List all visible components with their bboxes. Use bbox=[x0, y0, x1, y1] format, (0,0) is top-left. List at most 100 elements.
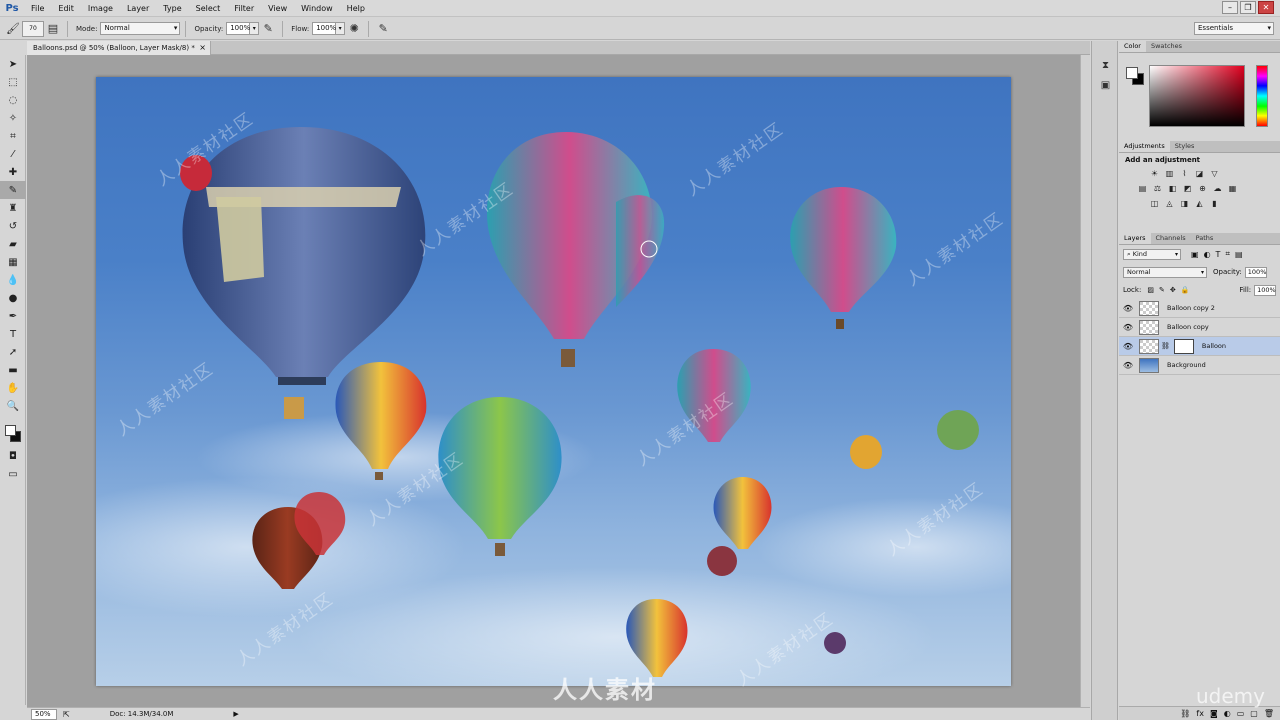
menu-window[interactable]: Window bbox=[294, 4, 340, 13]
restore-icon[interactable]: ❐ bbox=[1240, 1, 1256, 14]
tab-color[interactable]: Color bbox=[1119, 41, 1146, 52]
levels-icon[interactable]: ▥ bbox=[1164, 169, 1175, 179]
layer-row-selected[interactable]: 👁 ⛓ Balloon bbox=[1119, 337, 1280, 356]
curves-icon[interactable]: ⌇ bbox=[1179, 169, 1190, 179]
type-tool-icon[interactable]: T bbox=[0, 325, 26, 343]
selective-color-icon[interactable]: ◭ bbox=[1194, 199, 1205, 209]
dodge-tool-icon[interactable]: ● bbox=[0, 289, 26, 307]
history-brush-tool-icon[interactable]: ↺ bbox=[0, 217, 26, 235]
tab-paths[interactable]: Paths bbox=[1191, 233, 1219, 244]
lock-position-icon[interactable]: ✥ bbox=[1170, 286, 1176, 294]
filter-pixel-icon[interactable]: ▣ bbox=[1191, 250, 1199, 259]
marquee-tool-icon[interactable]: ⬚ bbox=[0, 73, 26, 91]
new-layer-icon[interactable]: ▢ bbox=[1250, 709, 1258, 718]
tab-channels[interactable]: Channels bbox=[1151, 233, 1191, 244]
brush-preset-picker[interactable]: 70 bbox=[22, 20, 44, 37]
menu-filter[interactable]: Filter bbox=[227, 4, 261, 13]
menu-help[interactable]: Help bbox=[340, 4, 372, 13]
photo-filter-icon[interactable]: ◩ bbox=[1182, 184, 1193, 194]
pen-tool-icon[interactable]: ✒ bbox=[0, 307, 26, 325]
flow-input[interactable]: 100% bbox=[312, 22, 336, 35]
color-lookup-icon[interactable]: ☁ bbox=[1212, 184, 1223, 194]
add-mask-icon[interactable]: ◙ bbox=[1210, 709, 1218, 718]
filter-shape-icon[interactable]: ⌗ bbox=[1225, 249, 1230, 259]
filter-smart-object-icon[interactable]: ▤ bbox=[1235, 250, 1243, 259]
menu-image[interactable]: Image bbox=[81, 4, 120, 13]
layer-style-icon[interactable]: fx bbox=[1196, 709, 1204, 718]
gradient-tool-icon[interactable]: ▦ bbox=[0, 253, 26, 271]
color-spectrum-field[interactable] bbox=[1149, 65, 1245, 127]
layer-row[interactable]: 👁 Balloon copy bbox=[1119, 318, 1280, 337]
healing-brush-tool-icon[interactable]: ✚ bbox=[0, 163, 26, 181]
hand-tool-icon[interactable]: ✋ bbox=[0, 379, 26, 397]
status-menu-arrow-icon[interactable]: ▶ bbox=[233, 710, 238, 718]
layer-opacity-input[interactable]: 100% bbox=[1244, 266, 1267, 278]
opacity-input[interactable]: 100% bbox=[226, 22, 250, 35]
layer-kind-filter[interactable]: ⌕ Kind bbox=[1123, 248, 1181, 260]
pressure-size-icon[interactable]: ✎ bbox=[374, 21, 392, 37]
gradient-map-icon[interactable]: ▮ bbox=[1209, 199, 1220, 209]
link-layers-icon[interactable]: ⛓ bbox=[1180, 709, 1190, 718]
close-document-icon[interactable]: × bbox=[199, 41, 206, 55]
layer-fill-input[interactable]: 100% bbox=[1254, 284, 1277, 296]
tab-layers[interactable]: Layers bbox=[1119, 233, 1151, 244]
workspace-select[interactable]: Essentials bbox=[1194, 22, 1274, 35]
quick-select-tool-icon[interactable]: ✧ bbox=[0, 109, 26, 127]
zoom-level-field[interactable]: 50% bbox=[31, 708, 57, 720]
grid-lookup-icon[interactable]: ▦ bbox=[1227, 184, 1238, 194]
black-white-icon[interactable]: ◧ bbox=[1167, 184, 1178, 194]
blend-mode-select[interactable]: Normal bbox=[1123, 266, 1207, 278]
lock-all-icon[interactable]: 🔒 bbox=[1181, 286, 1190, 294]
menu-file[interactable]: File bbox=[24, 4, 51, 13]
mode-select[interactable]: Normal bbox=[100, 22, 181, 35]
filter-adjustment-icon[interactable]: ◐ bbox=[1204, 250, 1211, 259]
brush-panel-toggle-icon[interactable]: ▤ bbox=[44, 21, 62, 37]
clone-stamp-tool-icon[interactable]: ♜ bbox=[0, 199, 26, 217]
layer-row[interactable]: 👁 Balloon copy 2 bbox=[1119, 299, 1280, 318]
move-tool-icon[interactable]: ➤ bbox=[0, 55, 26, 73]
filter-type-icon[interactable]: T bbox=[1216, 250, 1221, 259]
menu-select[interactable]: Select bbox=[189, 4, 228, 13]
posterize-icon[interactable]: ◬ bbox=[1164, 199, 1175, 209]
foreground-color-swatch[interactable] bbox=[1126, 67, 1138, 79]
brush-tool-icon[interactable]: 🖌 bbox=[4, 21, 22, 37]
minimize-icon[interactable]: – bbox=[1222, 1, 1238, 14]
menu-type[interactable]: Type bbox=[156, 4, 188, 13]
new-adjustment-icon[interactable]: ◐ bbox=[1224, 709, 1231, 718]
eraser-tool-icon[interactable]: ▰ bbox=[0, 235, 26, 253]
pressure-opacity-icon[interactable]: ✎ bbox=[259, 21, 277, 37]
menu-layer[interactable]: Layer bbox=[120, 4, 156, 13]
menu-view[interactable]: View bbox=[261, 4, 294, 13]
threshold-icon[interactable]: ◨ bbox=[1179, 199, 1190, 209]
crop-tool-icon[interactable]: ⌗ bbox=[0, 127, 26, 145]
path-selection-tool-icon[interactable]: ➚ bbox=[0, 343, 26, 361]
layer-mask-thumbnail[interactable] bbox=[1173, 338, 1194, 354]
vibrance-icon[interactable]: ▽ bbox=[1209, 169, 1220, 179]
flow-dropdown-icon[interactable]: ▾ bbox=[336, 22, 346, 35]
lasso-tool-icon[interactable]: ◌ bbox=[0, 91, 26, 109]
brightness-contrast-icon[interactable]: ☀ bbox=[1149, 169, 1160, 179]
visibility-eye-icon[interactable]: 👁 bbox=[1119, 304, 1137, 313]
zoom-tool-icon[interactable]: 🔍 bbox=[0, 397, 26, 415]
mask-link-icon[interactable]: ⛓ bbox=[1161, 342, 1170, 350]
invert-icon[interactable]: ◫ bbox=[1149, 199, 1160, 209]
visibility-eye-icon[interactable]: 👁 bbox=[1119, 361, 1137, 370]
color-balance-icon[interactable]: ⚖ bbox=[1152, 184, 1163, 194]
canvas-area[interactable]: 人人素材社区 人人素材社区 人人素材社区 人人素材社区 人人素材社区 人人素材社… bbox=[27, 55, 1080, 707]
quick-mask-icon[interactable]: ◘ bbox=[0, 447, 26, 465]
blur-tool-icon[interactable]: 💧 bbox=[0, 271, 26, 289]
vertical-scrollbar[interactable] bbox=[1080, 55, 1090, 707]
eyedropper-tool-icon[interactable]: ⁄ bbox=[0, 145, 26, 163]
visibility-eye-icon[interactable]: 👁 bbox=[1119, 323, 1137, 332]
lock-transparency-icon[interactable]: ▨ bbox=[1147, 286, 1154, 294]
document-canvas[interactable] bbox=[96, 77, 1011, 686]
brush-tool-icon[interactable]: ✎ bbox=[0, 181, 26, 199]
menu-edit[interactable]: Edit bbox=[51, 4, 81, 13]
screen-mode-icon[interactable]: ▭ bbox=[0, 465, 26, 483]
new-group-icon[interactable]: ▭ bbox=[1237, 709, 1245, 718]
tab-swatches[interactable]: Swatches bbox=[1146, 41, 1187, 52]
tab-adjustments[interactable]: Adjustments bbox=[1119, 141, 1170, 152]
document-tab[interactable]: Balloons.psd @ 50% (Balloon, Layer Mask/… bbox=[27, 41, 211, 55]
visibility-eye-icon[interactable]: 👁 bbox=[1119, 342, 1137, 351]
history-panel-icon[interactable]: ⧗ bbox=[1092, 55, 1119, 75]
